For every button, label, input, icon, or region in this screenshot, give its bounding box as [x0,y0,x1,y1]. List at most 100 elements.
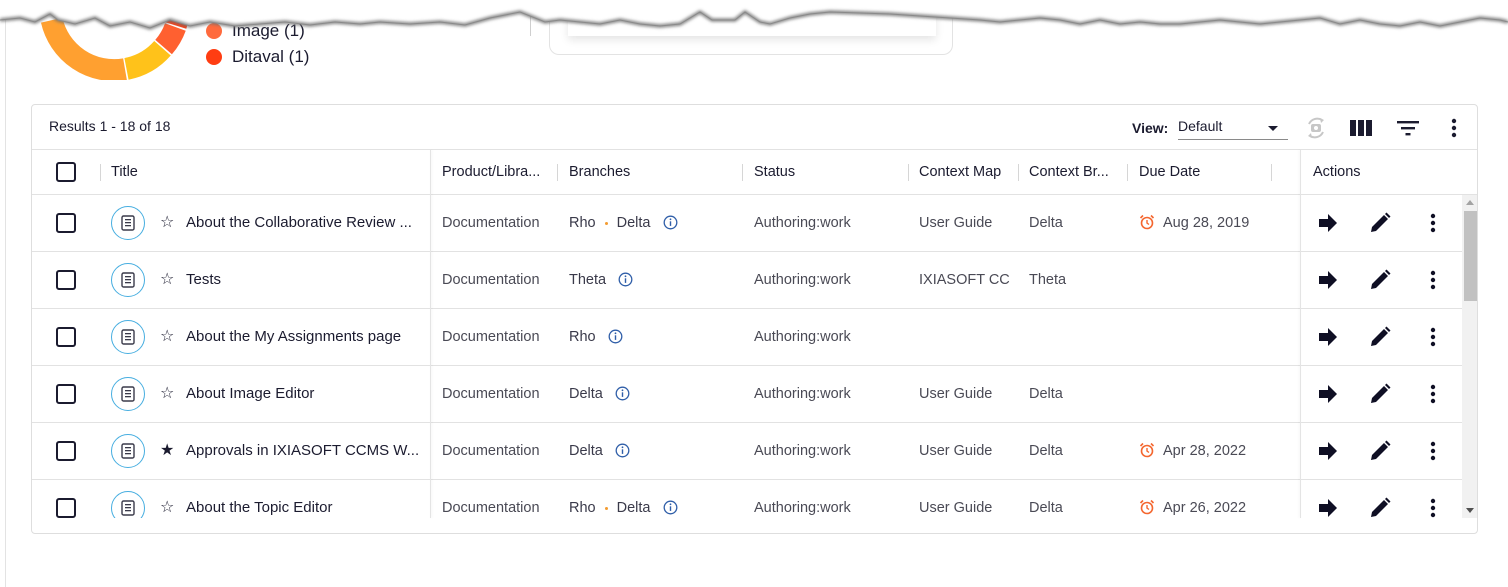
type-donut-chart [40,10,190,80]
chevron-down-icon [1268,126,1278,131]
row-checkbox[interactable] [56,213,76,233]
edit-button[interactable] [1368,496,1392,518]
info-icon[interactable] [618,272,633,287]
arrow-right-icon [1319,214,1337,232]
favorite-star-icon[interactable]: ☆ [160,480,174,518]
edit-button[interactable] [1368,325,1392,349]
info-icon[interactable] [663,215,678,230]
scroll-down-arrow-icon[interactable] [1466,508,1474,513]
row-checkbox[interactable] [56,327,76,347]
table-row[interactable]: ★ Approvals in IXIASOFT CCMS W... Docume… [32,423,1462,480]
column-header-title[interactable]: Title [111,150,138,194]
row-context-branch: Delta [1029,215,1063,231]
table-row[interactable]: ☆ About the Collaborative Review ... Doc… [32,195,1462,252]
row-title[interactable]: About the Collaborative Review ... [186,195,412,251]
scrollbar-thumb[interactable] [1464,211,1477,301]
edit-button[interactable] [1368,382,1392,406]
more-vert-icon [1451,118,1457,138]
column-header-branches[interactable]: Branches [569,150,630,194]
open-button[interactable] [1316,496,1340,518]
row-title[interactable]: About Image Editor [186,366,314,422]
open-button[interactable] [1316,325,1340,349]
row-branches: Delta [569,366,630,422]
column-header-context-branch[interactable]: Context Br... [1029,150,1119,194]
row-product: Documentation [442,215,540,231]
page-left-border [5,20,6,587]
view-select[interactable]: Default [1178,116,1288,140]
row-more-button[interactable] [1421,439,1445,463]
more-vert-icon [1430,498,1436,518]
favorite-star-icon[interactable]: ★ [160,423,174,479]
vertical-scrollbar[interactable] [1462,195,1477,518]
row-context-map: IXIASOFT CC [919,272,1010,288]
favorite-star-icon[interactable]: ☆ [160,252,174,308]
row-branches: Rho [569,309,623,365]
column-header-due-date[interactable]: Due Date [1139,150,1200,194]
columns-button[interactable] [1347,115,1375,141]
row-branches: Rho Delta [569,480,678,518]
column-header-context-map[interactable]: Context Map [919,150,1001,194]
due-date-text: Aug 28, 2019 [1163,215,1250,231]
column-resize-handle[interactable] [742,164,743,181]
row-status: Authoring:work [754,500,851,516]
branch-name: Delta [616,500,651,516]
favorite-star-icon[interactable]: ☆ [160,366,174,422]
donut-segment-ditaval [165,10,190,29]
info-icon[interactable] [663,500,678,515]
column-resize-handle[interactable] [557,164,558,181]
info-icon[interactable] [615,443,630,458]
topic-type-icon [111,377,145,411]
row-branches: Delta [569,423,630,479]
more-options-button[interactable] [1440,115,1468,141]
more-vert-icon [1430,270,1436,290]
favorite-star-icon[interactable]: ☆ [160,309,174,365]
favorite-star-icon[interactable]: ☆ [160,195,174,251]
topic-type-icon [111,263,145,297]
donut-segment-image [154,22,186,55]
row-more-button[interactable] [1421,382,1445,406]
filter-button[interactable] [1394,115,1422,141]
edit-button[interactable] [1368,268,1392,292]
document-icon [121,386,135,402]
table-row[interactable]: ☆ Tests Documentation Theta Authoring:wo… [32,252,1462,309]
column-header-product[interactable]: Product/Libra... [442,150,552,194]
row-more-button[interactable] [1421,268,1445,292]
column-resize-handle[interactable] [1271,164,1272,181]
row-title[interactable]: About the Topic Editor [186,480,332,518]
column-resize-handle[interactable] [908,164,909,181]
open-button[interactable] [1316,211,1340,235]
row-more-button[interactable] [1421,325,1445,349]
info-icon[interactable] [615,386,630,401]
column-resize-handle[interactable] [100,164,101,181]
column-resize-handle[interactable] [1127,164,1128,181]
row-checkbox[interactable] [56,441,76,461]
open-button[interactable] [1316,439,1340,463]
table-row[interactable]: ☆ About Image Editor Documentation Delta… [32,366,1462,423]
edit-button[interactable] [1368,439,1392,463]
edit-button[interactable] [1368,211,1392,235]
row-product: Documentation [442,443,540,459]
document-icon [121,500,135,516]
column-header-status[interactable]: Status [754,150,795,194]
topic-type-icon [111,320,145,354]
table-row[interactable]: ☆ About the My Assignments page Document… [32,309,1462,366]
column-resize-handle[interactable] [1018,164,1019,181]
open-button[interactable] [1316,268,1340,292]
row-checkbox[interactable] [56,384,76,404]
row-title[interactable]: Tests [186,252,221,308]
row-checkbox[interactable] [56,498,76,518]
refresh-button[interactable] [1302,115,1330,141]
chart-legend: Image (1) Ditaval (1) [206,18,309,70]
info-icon[interactable] [608,329,623,344]
row-more-button[interactable] [1421,496,1445,518]
row-product: Documentation [442,272,540,288]
row-more-button[interactable] [1421,211,1445,235]
row-title[interactable]: Approvals in IXIASOFT CCMS W... [186,423,419,479]
open-button[interactable] [1316,382,1340,406]
scroll-up-arrow-icon[interactable] [1466,200,1474,205]
table-row[interactable]: ☆ About the Topic Editor Documentation R… [32,480,1462,518]
row-checkbox[interactable] [56,270,76,290]
legend-dot-ditaval [206,49,222,65]
select-all-checkbox[interactable] [56,162,76,182]
row-title[interactable]: About the My Assignments page [186,309,401,365]
